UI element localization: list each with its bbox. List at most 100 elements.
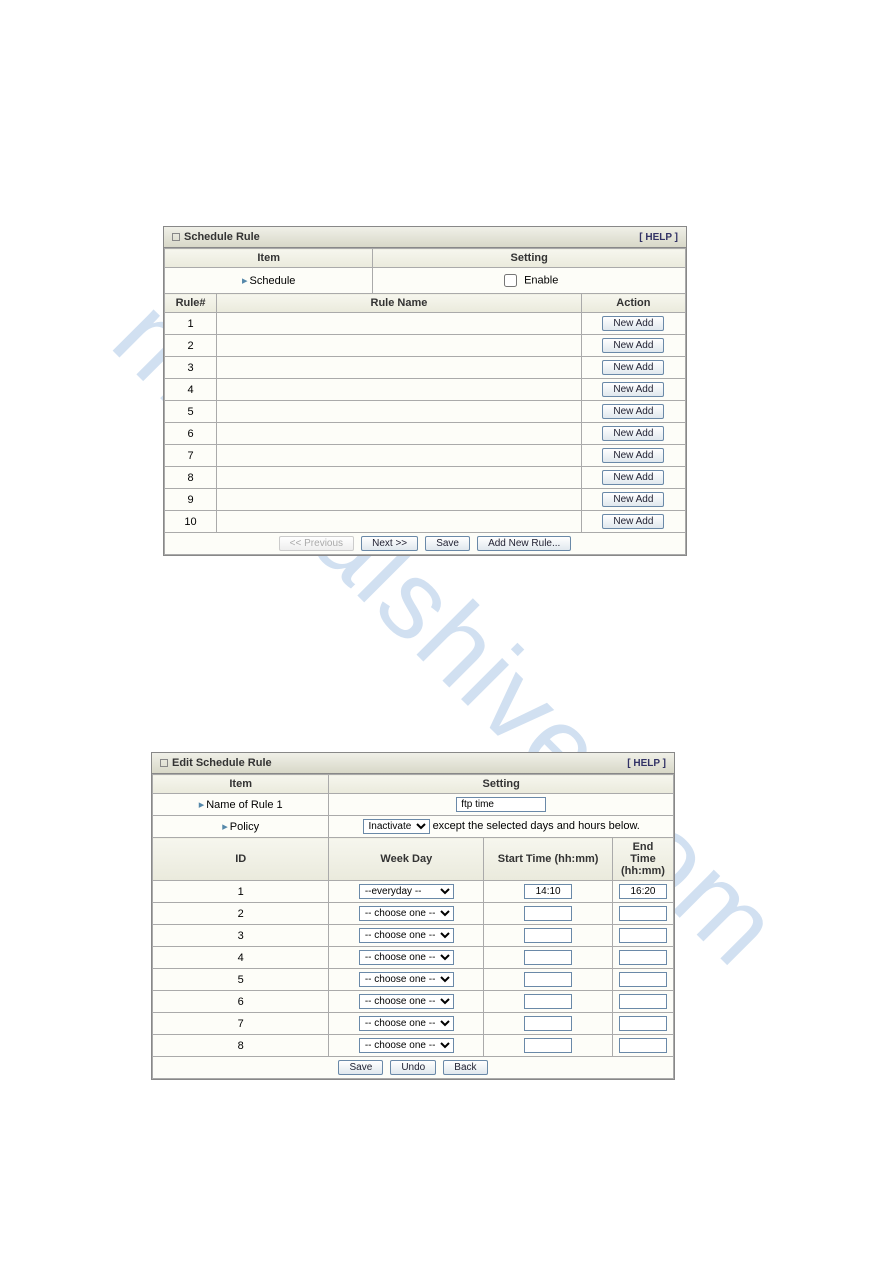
edit-schedule-rule-panel: Edit Schedule Rule [ HELP ] Item Setting… bbox=[151, 752, 675, 1080]
new-add-button[interactable]: New Add bbox=[602, 338, 664, 353]
start-cell bbox=[484, 947, 613, 969]
weekday-select[interactable]: -- choose one ----everyday --SundayMonda… bbox=[359, 906, 454, 921]
end-time-input[interactable] bbox=[619, 972, 667, 987]
end-time-input[interactable] bbox=[619, 928, 667, 943]
table-row: 10New Add bbox=[165, 511, 686, 533]
new-add-button[interactable]: New Add bbox=[602, 492, 664, 507]
start-time-input[interactable] bbox=[524, 884, 572, 899]
save-button[interactable]: Save bbox=[425, 536, 470, 551]
start-time-input[interactable] bbox=[524, 906, 572, 921]
weekday-select[interactable]: -- choose one ----everyday --SundayMonda… bbox=[359, 884, 454, 899]
new-add-button[interactable]: New Add bbox=[602, 514, 664, 529]
action-cell: New Add bbox=[581, 379, 685, 401]
add-new-rule-button[interactable]: Add New Rule... bbox=[477, 536, 571, 551]
help-link[interactable]: [ HELP ] bbox=[639, 232, 678, 243]
footer-row: << Previous Next >> Save Add New Rule... bbox=[165, 533, 686, 555]
table-row: 1 -- choose one ----everyday --SundayMond… bbox=[153, 881, 674, 903]
rule-num: 9 bbox=[165, 489, 217, 511]
arrow-icon: ▸ bbox=[242, 275, 248, 287]
rule-name-cell bbox=[217, 401, 582, 423]
weekday-select[interactable]: -- choose one ----everyday --SundayMonda… bbox=[359, 994, 454, 1009]
weekday-select[interactable]: -- choose one ----everyday --SundayMonda… bbox=[359, 928, 454, 943]
col-id: ID bbox=[153, 838, 329, 881]
end-cell bbox=[612, 881, 673, 903]
col-setting: Setting bbox=[329, 775, 674, 794]
start-time-input[interactable] bbox=[524, 994, 572, 1009]
new-add-button[interactable]: New Add bbox=[602, 448, 664, 463]
end-cell bbox=[612, 925, 673, 947]
square-icon bbox=[172, 233, 180, 241]
prev-button: << Previous bbox=[279, 536, 354, 551]
col-rule-name: Rule Name bbox=[217, 294, 582, 313]
enable-checkbox[interactable] bbox=[504, 274, 517, 287]
rule-num: 5 bbox=[165, 401, 217, 423]
col-start: Start Time (hh:mm) bbox=[484, 838, 613, 881]
col-item: Item bbox=[165, 249, 373, 268]
square-icon bbox=[160, 759, 168, 767]
start-time-input[interactable] bbox=[524, 972, 572, 987]
action-cell: New Add bbox=[581, 467, 685, 489]
rule-name-input[interactable] bbox=[456, 797, 546, 812]
end-time-input[interactable] bbox=[619, 884, 667, 899]
new-add-button[interactable]: New Add bbox=[602, 360, 664, 375]
weekday-cell: -- choose one ----everyday --SundayMonda… bbox=[329, 1013, 484, 1035]
rule-num: 8 bbox=[165, 467, 217, 489]
table-row: 4-- choose one ----everyday --SundayMond… bbox=[153, 947, 674, 969]
undo-button[interactable]: Undo bbox=[390, 1060, 436, 1075]
weekday-select[interactable]: -- choose one ----everyday --SundayMonda… bbox=[359, 950, 454, 965]
weekday-cell: -- choose one ----everyday --SundayMonda… bbox=[329, 925, 484, 947]
new-add-button[interactable]: New Add bbox=[602, 426, 664, 441]
weekday-select[interactable]: -- choose one ----everyday --SundayMonda… bbox=[359, 1016, 454, 1031]
weekday-cell: -- choose one ----everyday --SundayMonda… bbox=[329, 903, 484, 925]
action-cell: New Add bbox=[581, 401, 685, 423]
col-weekday: Week Day bbox=[329, 838, 484, 881]
save-button[interactable]: Save bbox=[338, 1060, 383, 1075]
id-cell: 2 bbox=[153, 903, 329, 925]
new-add-button[interactable]: New Add bbox=[602, 470, 664, 485]
start-time-input[interactable] bbox=[524, 928, 572, 943]
schedule-table: Item Setting ▸Schedule Enable Rule# Rule… bbox=[164, 248, 686, 555]
end-cell bbox=[612, 1035, 673, 1057]
start-cell bbox=[484, 881, 613, 903]
end-time-input[interactable] bbox=[619, 950, 667, 965]
table-row: 9 New Add bbox=[165, 489, 686, 511]
weekday-cell: -- choose one ----everyday --SundayMonda… bbox=[329, 991, 484, 1013]
col-end: End Time (hh:mm) bbox=[612, 838, 673, 881]
start-time-input[interactable] bbox=[524, 1038, 572, 1053]
id-cell: 3 bbox=[153, 925, 329, 947]
id-cell: 1 bbox=[153, 881, 329, 903]
weekday-select[interactable]: -- choose one ----everyday --SundayMonda… bbox=[359, 972, 454, 987]
table-row: 7New Add bbox=[165, 445, 686, 467]
new-add-button[interactable]: New Add bbox=[602, 382, 664, 397]
rule-name-cell bbox=[217, 511, 582, 533]
start-cell bbox=[484, 991, 613, 1013]
table-row: 3New Add bbox=[165, 357, 686, 379]
table-row: 6-- choose one ----everyday --SundayMond… bbox=[153, 991, 674, 1013]
rule-name-cell bbox=[217, 467, 582, 489]
start-time-input[interactable] bbox=[524, 1016, 572, 1031]
end-time-input[interactable] bbox=[619, 1038, 667, 1053]
rule-name-cell bbox=[217, 489, 582, 511]
weekday-select[interactable]: -- choose one ----everyday --SundayMonda… bbox=[359, 1038, 454, 1053]
time-header-row: ID Week Day Start Time (hh:mm) End Time … bbox=[153, 838, 674, 881]
table-row: 4New Add bbox=[165, 379, 686, 401]
policy-select[interactable]: InactivateActivate bbox=[363, 819, 430, 834]
weekday-cell: -- choose one ----everyday --SundayMonda… bbox=[329, 969, 484, 991]
new-add-button[interactable]: New Add bbox=[602, 316, 664, 331]
end-time-input[interactable] bbox=[619, 994, 667, 1009]
action-cell: New Add bbox=[581, 445, 685, 467]
col-setting: Setting bbox=[373, 249, 686, 268]
action-cell: New Add bbox=[581, 313, 685, 335]
new-add-button[interactable]: New Add bbox=[602, 404, 664, 419]
next-button[interactable]: Next >> bbox=[361, 536, 418, 551]
action-cell: New Add bbox=[581, 489, 685, 511]
policy-label-cell: ▸Policy bbox=[153, 816, 329, 838]
start-time-input[interactable] bbox=[524, 950, 572, 965]
end-time-input[interactable] bbox=[619, 1016, 667, 1031]
help-link[interactable]: [ HELP ] bbox=[627, 758, 666, 769]
weekday-cell: -- choose one ----everyday --SundayMonda… bbox=[329, 947, 484, 969]
id-cell: 8 bbox=[153, 1035, 329, 1057]
name-label-cell: ▸Name of Rule 1 bbox=[153, 794, 329, 816]
end-time-input[interactable] bbox=[619, 906, 667, 921]
back-button[interactable]: Back bbox=[443, 1060, 487, 1075]
